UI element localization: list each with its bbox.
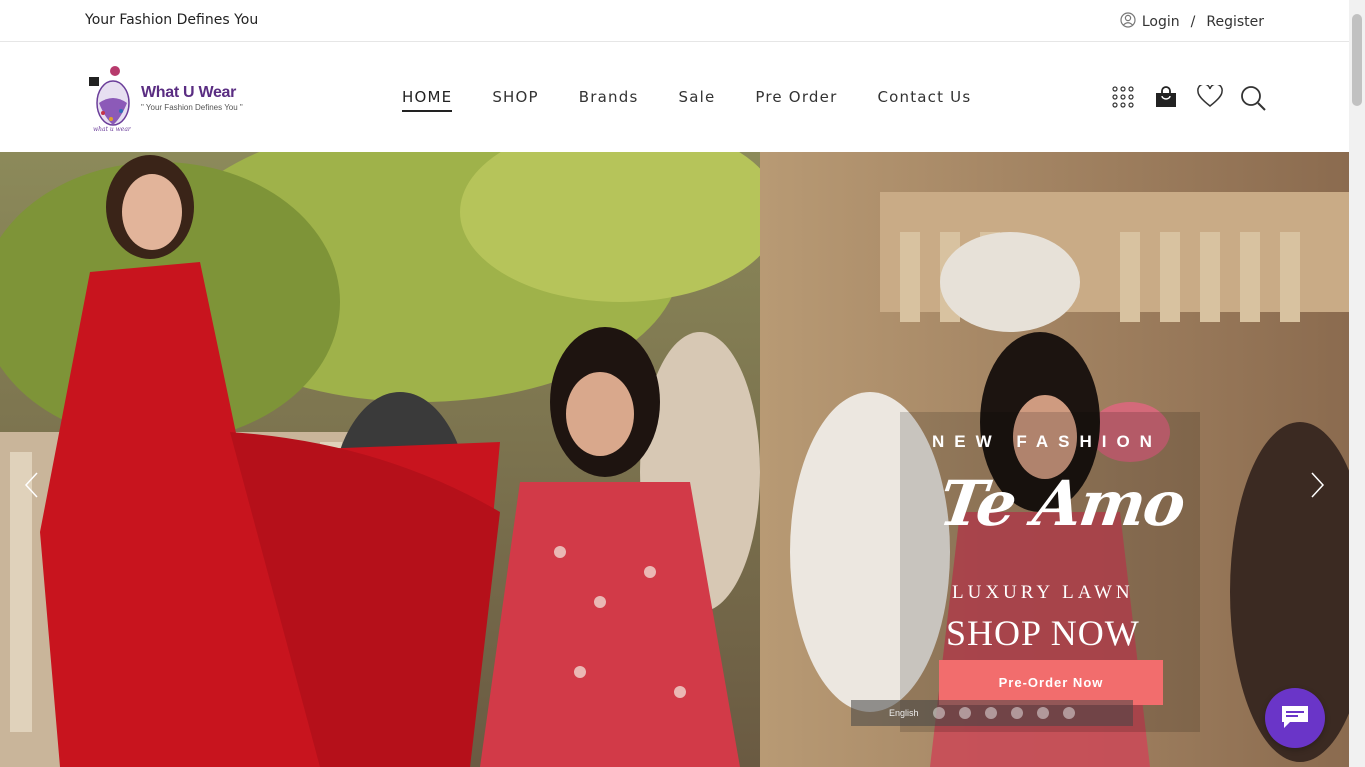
hero-brand-title: Te Amo [934,467,1189,540]
toolbar-icon-2[interactable] [958,707,971,719]
site-logo[interactable]: what u wear What U Wear " Your Fashion D… [85,62,245,134]
page-scrollbar[interactable] [1349,0,1365,767]
language-selector[interactable]: English [889,708,919,718]
hero-subtitle: NEW FASHION [932,432,1162,451]
site-header: what u wear What U Wear " Your Fashion D… [0,42,1349,152]
main-nav: HOME SHOP Brands Sale Pre Order Contact … [402,88,971,112]
nav-contact-us[interactable]: Contact Us [877,88,971,110]
language-toolbar: English [851,700,1133,726]
logo-illustration: what u wear [85,63,137,133]
search-icon[interactable] [1240,85,1266,111]
slider-next-arrow[interactable] [1307,470,1327,500]
slider-prev-arrow[interactable] [22,470,42,500]
hero-slider: NEW FASHION Te Amo LUXURY LAWN SHOP NOW … [0,152,1349,767]
scrollbar-thumb[interactable] [1352,14,1362,106]
toolbar-icon-1[interactable] [932,707,945,719]
nav-pre-order[interactable]: Pre Order [755,88,837,110]
toolbar-icon-4[interactable] [1010,707,1023,719]
logo-name: What U Wear [141,84,237,101]
hero-shop-now-text: SHOP NOW [946,613,1140,653]
toolbar-icon-3[interactable] [984,707,997,719]
pre-order-now-button[interactable]: Pre-Order Now [939,660,1163,705]
info-icon[interactable] [1062,707,1075,719]
nav-sale[interactable]: Sale [678,88,715,110]
register-link[interactable]: Register [1206,14,1264,30]
account-links: Login / Register [1120,12,1264,32]
login-link[interactable]: Login [1142,14,1180,30]
shopping-bag-icon[interactable] [1154,85,1178,109]
nav-brands[interactable]: Brands [579,88,639,110]
logo-slogan: " Your Fashion Defines You " [141,103,243,112]
header-actions [1111,83,1266,111]
grid-menu-icon[interactable] [1111,85,1135,109]
login-separator: / [1190,14,1196,30]
hero-collection-line: LUXURY LAWN [952,582,1134,603]
chat-widget-button[interactable] [1265,688,1325,748]
nav-home[interactable]: HOME [402,88,453,112]
user-icon[interactable] [1120,12,1136,32]
top-bar: Your Fashion Defines You Login / Registe… [0,0,1349,42]
heart-icon[interactable] [1197,83,1223,109]
svg-text:what u wear: what u wear [93,126,132,133]
help-icon[interactable] [1036,707,1049,719]
nav-shop[interactable]: SHOP [492,88,538,110]
site-tagline: Your Fashion Defines You [85,12,259,28]
chat-bubble-icon [1280,702,1310,734]
logo-text: What U Wear " Your Fashion Defines You " [141,84,243,112]
